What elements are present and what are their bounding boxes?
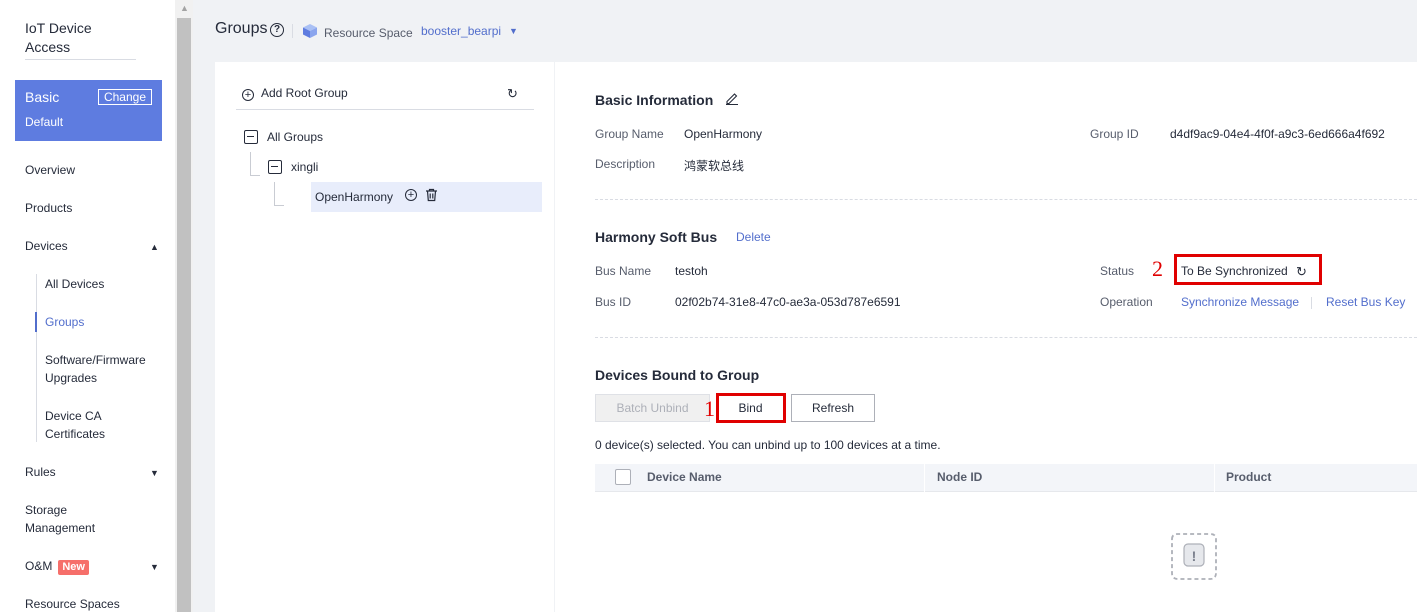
tree-divider xyxy=(236,109,534,110)
plus-circle-icon: + xyxy=(242,89,254,101)
sidebar-item-device-ca[interactable]: Device CA Certificates xyxy=(45,407,115,443)
column-device-name[interactable]: Device Name xyxy=(647,470,722,484)
group-name-value: OpenHarmony xyxy=(684,127,763,141)
group-id-value: d4df9ac9-04e4-4f0f-a9c3-6ed666a4f692 xyxy=(1170,127,1385,141)
column-product[interactable]: Product xyxy=(1226,470,1271,484)
soft-bus-title: Harmony Soft Bus xyxy=(595,229,718,245)
tree-connector xyxy=(274,182,275,205)
sidebar-item-devices[interactable]: Devices xyxy=(25,237,68,255)
active-indicator xyxy=(35,312,37,332)
add-subgroup-icon[interactable]: + xyxy=(405,189,417,201)
tree-node-xingli[interactable]: xingli xyxy=(291,160,318,174)
column-divider xyxy=(924,464,925,492)
tree-connector xyxy=(274,205,284,206)
group-id-label: Group ID xyxy=(1090,127,1139,141)
sidebar-item-rules[interactable]: Rules xyxy=(25,463,56,481)
app-title: IoT Device Access xyxy=(25,19,136,60)
edition-name: Basic xyxy=(25,89,60,105)
new-badge: New xyxy=(58,560,89,575)
group-tree-panel xyxy=(215,62,554,612)
section-divider xyxy=(595,337,1417,338)
select-all-checkbox[interactable] xyxy=(615,469,631,485)
sidebar-item-storage[interactable]: Storage Management xyxy=(25,501,105,537)
batch-unbind-button[interactable]: Batch Unbind xyxy=(595,394,710,422)
annotation-number-1: 1 xyxy=(704,396,715,421)
annotation-box-1 xyxy=(716,393,786,423)
edition-instance: Default xyxy=(25,115,64,129)
basic-info-title: Basic Information xyxy=(595,92,714,108)
cube-icon xyxy=(303,24,317,38)
bus-id-value: 02f02b74-31e8-47c0-ae3a-053d787e6591 xyxy=(675,295,901,309)
change-edition-button[interactable]: Change xyxy=(97,89,152,105)
submenu-line xyxy=(36,274,37,442)
column-node-id[interactable]: Node ID xyxy=(937,470,982,484)
description-label: Description xyxy=(595,157,656,171)
operation-label: Operation xyxy=(1100,295,1153,309)
tree-node-openharmony[interactable]: OpenHarmony xyxy=(315,190,393,204)
collapse-icon[interactable] xyxy=(268,160,282,174)
tree-connector xyxy=(250,152,251,175)
bus-name-value: testoh xyxy=(675,264,708,278)
chevron-down-icon[interactable]: ▼ xyxy=(150,468,159,478)
status-label: Status xyxy=(1100,264,1135,278)
svg-text:!: ! xyxy=(1192,548,1197,564)
section-divider xyxy=(595,199,1417,200)
header-divider xyxy=(292,24,293,38)
synchronize-message-link[interactable]: Synchronize Message xyxy=(1181,295,1299,309)
scrollbar-thumb[interactable] xyxy=(177,18,191,612)
resource-space-label: Resource Space xyxy=(324,26,413,40)
add-root-group-button[interactable]: + Add Root Group xyxy=(242,86,348,101)
group-name-label: Group Name xyxy=(595,127,664,141)
help-icon[interactable]: ? xyxy=(270,23,284,37)
column-divider xyxy=(1214,464,1215,492)
bus-name-label: Bus Name xyxy=(595,264,652,278)
reset-bus-key-link[interactable]: Reset Bus Key xyxy=(1326,295,1405,309)
sidebar-item-upgrades[interactable]: Software/Firmware Upgrades xyxy=(45,351,155,387)
page-title: Groups xyxy=(215,20,268,37)
sidebar-item-om-label: O&M xyxy=(25,559,53,573)
bus-id-label: Bus ID xyxy=(595,295,632,309)
empty-state-icon: ! xyxy=(1171,533,1217,580)
sidebar-item-groups[interactable]: Groups xyxy=(45,313,84,331)
refresh-button[interactable]: Refresh xyxy=(791,394,875,422)
chevron-down-icon[interactable]: ▼ xyxy=(150,562,159,572)
sidebar-item-om[interactable]: O&M New xyxy=(25,557,89,575)
sidebar-item-resource-spaces[interactable]: Resource Spaces xyxy=(25,595,120,612)
selection-hint: 0 device(s) selected. You can unbind up … xyxy=(595,438,941,452)
sidebar-item-products[interactable]: Products xyxy=(25,199,72,217)
refresh-icon[interactable]: ↻ xyxy=(507,86,518,102)
tree-connector xyxy=(250,175,260,176)
sidebar-item-all-devices[interactable]: All Devices xyxy=(45,275,104,293)
annotation-box-2 xyxy=(1174,254,1322,285)
delete-bus-link[interactable]: Delete xyxy=(736,230,771,244)
description-value: 鸿蒙软总线 xyxy=(684,159,745,173)
annotation-number-2: 2 xyxy=(1152,256,1163,281)
chevron-down-icon[interactable]: ▼ xyxy=(509,26,518,36)
edit-icon[interactable] xyxy=(725,91,739,105)
devices-bound-title: Devices Bound to Group xyxy=(595,367,760,383)
add-root-group-label: Add Root Group xyxy=(261,86,348,100)
resource-space-select[interactable]: booster_bearpi xyxy=(421,24,501,38)
tree-node-all-groups[interactable]: All Groups xyxy=(267,130,323,144)
trash-icon[interactable] xyxy=(425,188,438,202)
chevron-up-icon[interactable]: ▲ xyxy=(150,242,159,252)
sidebar-item-overview[interactable]: Overview xyxy=(25,161,75,179)
scroll-up-icon[interactable]: ▲ xyxy=(180,3,189,13)
edition-card: Basic Default Change xyxy=(15,80,162,141)
operation-divider xyxy=(1311,297,1312,309)
sidebar-scrollbar[interactable]: ▲ xyxy=(175,0,193,612)
collapse-icon[interactable] xyxy=(244,130,258,144)
